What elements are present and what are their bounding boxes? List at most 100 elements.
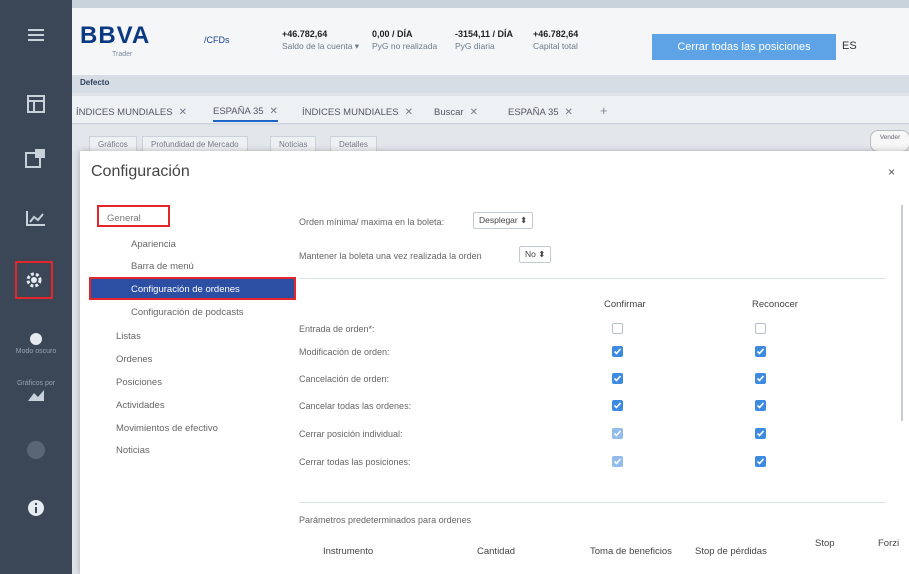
globe-icon[interactable] bbox=[0, 440, 72, 460]
sell-button[interactable]: Vender bbox=[870, 130, 909, 152]
info-icon[interactable] bbox=[0, 500, 72, 516]
dark-mode-toggle[interactable]: Modo oscuro bbox=[0, 332, 72, 355]
col-take-profit: Toma de beneficios bbox=[590, 546, 672, 557]
gear-icon bbox=[26, 272, 42, 288]
divider bbox=[299, 278, 886, 279]
settings-button[interactable] bbox=[15, 261, 53, 299]
bbva-logo: BBVA bbox=[80, 22, 151, 49]
tab-indices-mundiales-2[interactable]: ÍNDICES MUNDIALES ✕ bbox=[302, 102, 413, 122]
close-icon[interactable]: ✕ bbox=[565, 107, 573, 118]
tab-label: Buscar bbox=[434, 106, 464, 118]
close-icon[interactable]: ✕ bbox=[179, 107, 187, 118]
header-strip bbox=[72, 0, 909, 8]
col-instrument: Instrumento bbox=[323, 546, 374, 557]
row-label: Entrada de orden*: bbox=[299, 324, 375, 334]
tab-label: ÍNDICES MUNDIALES bbox=[302, 106, 399, 118]
metric-value: +46.782,64 bbox=[533, 29, 579, 39]
charts-by-label: Gráficos por bbox=[16, 380, 56, 387]
metric-value: +46.782,64 bbox=[282, 29, 328, 39]
tab-espana-35[interactable]: ESPAÑA 35 ✕ bbox=[213, 102, 278, 122]
workspace-bar: Defecto bbox=[72, 75, 909, 93]
subtab-charts[interactable]: Gráficos bbox=[89, 136, 137, 152]
order-min-max-select[interactable]: Desplegar ⬍ bbox=[473, 212, 534, 229]
acknowledge-checkbox[interactable] bbox=[755, 346, 766, 357]
tab-indices-mundiales[interactable]: ÍNDICES MUNDIALES ✕ bbox=[76, 102, 187, 122]
metric-label: PyG no realizada bbox=[372, 41, 438, 51]
order-min-max-label: Orden mínima/ maxima en la boleta: bbox=[299, 217, 445, 227]
col-forced: Forzi bbox=[878, 538, 900, 549]
confirm-checkbox[interactable] bbox=[612, 373, 623, 384]
default-params-label: Parámetros predeterminados para ordenes bbox=[299, 515, 472, 525]
close-icon[interactable]: ✕ bbox=[405, 107, 413, 118]
divider bbox=[299, 502, 886, 503]
workspace-tabs: ÍNDICES MUNDIALES ✕ ESPAÑA 35 ✕ ÍNDICES MU… bbox=[72, 96, 909, 124]
tab-label: ESPAÑA 35 bbox=[508, 106, 559, 118]
nav-activities[interactable]: Actividades bbox=[116, 400, 165, 411]
moon-icon bbox=[30, 333, 42, 345]
tab-label: ESPAÑA 35 bbox=[213, 105, 264, 117]
account-balance[interactable]: +46.782,64 Saldo de la cuenta ▾ bbox=[282, 29, 359, 52]
col-quantity: Cantidad bbox=[477, 546, 516, 557]
trade-window-icon[interactable] bbox=[0, 148, 72, 168]
metric-value: -3154,11 / DÍA bbox=[455, 29, 514, 39]
row-label: Modificación de orden: bbox=[299, 347, 390, 357]
close-all-positions-button[interactable]: Cerrar todas las posiciones bbox=[652, 34, 836, 60]
col-stop: Stop bbox=[815, 538, 835, 549]
nav-menu-bar[interactable]: Barra de menú bbox=[131, 261, 194, 272]
nav-podcast-settings[interactable]: Configuración de podcasts bbox=[131, 307, 244, 318]
subtab-news[interactable]: Noticias bbox=[270, 136, 317, 152]
charts-by-button[interactable]: Gráficos por bbox=[0, 378, 72, 403]
acknowledge-column-header: Reconocer bbox=[752, 299, 798, 310]
nav-order-settings[interactable]: Configuración de ordenes bbox=[89, 277, 296, 300]
dialog-title: Configuración bbox=[91, 163, 190, 180]
cfd-selector[interactable]: /CFDs bbox=[204, 35, 230, 45]
acknowledge-checkbox[interactable] bbox=[755, 323, 766, 334]
layout-icon[interactable] bbox=[0, 95, 72, 113]
metric-label: Capital total bbox=[533, 41, 578, 51]
nav-cash-movements[interactable]: Movimientos de efectivo bbox=[116, 423, 218, 434]
add-tab-icon[interactable]: + bbox=[600, 103, 608, 118]
keep-ticket-select[interactable]: No ⬍ bbox=[519, 246, 552, 263]
confirm-checkbox[interactable] bbox=[612, 456, 623, 467]
tab-label: ÍNDICES MUNDIALES bbox=[76, 106, 173, 118]
total-capital: +46.782,64 Capital total bbox=[533, 29, 578, 51]
acknowledge-checkbox[interactable] bbox=[755, 456, 766, 467]
acknowledge-checkbox[interactable] bbox=[755, 428, 766, 439]
col-stop-loss: Stop de pérdidas bbox=[695, 546, 767, 557]
close-icon[interactable]: ✕ bbox=[270, 106, 278, 117]
metric-label: Saldo de la cuenta ▾ bbox=[282, 41, 360, 51]
panel-subtabs: Gráficos Profundidad de Mercado Noticias… bbox=[72, 126, 909, 152]
confirm-checkbox[interactable] bbox=[612, 346, 623, 357]
scrollbar[interactable] bbox=[901, 205, 903, 421]
left-rail: Modo oscuro Gráficos por bbox=[0, 0, 72, 574]
confirm-checkbox[interactable] bbox=[612, 400, 623, 411]
nav-general[interactable]: General bbox=[97, 205, 170, 227]
close-icon[interactable]: ✕ bbox=[470, 107, 478, 118]
tab-espana-35-2[interactable]: ESPAÑA 35 ✕ bbox=[508, 102, 573, 122]
metric-label: PyG diaria bbox=[455, 41, 495, 51]
menu-icon[interactable] bbox=[0, 28, 72, 42]
tab-buscar[interactable]: Buscar ✕ bbox=[434, 102, 478, 122]
subtab-market-depth[interactable]: Profundidad de Mercado bbox=[142, 136, 248, 152]
nav-news[interactable]: Noticias bbox=[116, 445, 150, 456]
confirm-checkbox[interactable] bbox=[612, 428, 623, 439]
cloud-chart-icon bbox=[28, 390, 44, 401]
workspace-name[interactable]: Defecto bbox=[80, 78, 109, 87]
daily-pnl: -3154,11 / DÍA PyG diaria bbox=[455, 29, 513, 51]
close-icon[interactable]: × bbox=[888, 165, 895, 179]
metric-value: 0,00 / DÍA bbox=[372, 29, 413, 39]
keep-ticket-label: Mantener la boleta una vez realizada la … bbox=[299, 251, 482, 261]
nav-positions[interactable]: Posiciones bbox=[116, 377, 162, 388]
language-selector[interactable]: ES bbox=[842, 40, 857, 52]
subtab-details[interactable]: Detalles bbox=[330, 136, 377, 152]
acknowledge-checkbox[interactable] bbox=[755, 373, 766, 384]
nav-lists[interactable]: Listas bbox=[116, 331, 141, 342]
nav-appearance[interactable]: Apariencia bbox=[131, 239, 176, 250]
acknowledge-checkbox[interactable] bbox=[755, 400, 766, 411]
settings-dialog: Configuración × General Apariencia Barra… bbox=[80, 151, 909, 574]
row-label: Cerrar posición individual: bbox=[299, 429, 403, 439]
chart-icon[interactable] bbox=[0, 210, 72, 226]
nav-orders[interactable]: Ordenes bbox=[116, 354, 152, 365]
logo-subtitle: Trader bbox=[112, 51, 133, 58]
confirm-checkbox[interactable] bbox=[612, 323, 623, 334]
